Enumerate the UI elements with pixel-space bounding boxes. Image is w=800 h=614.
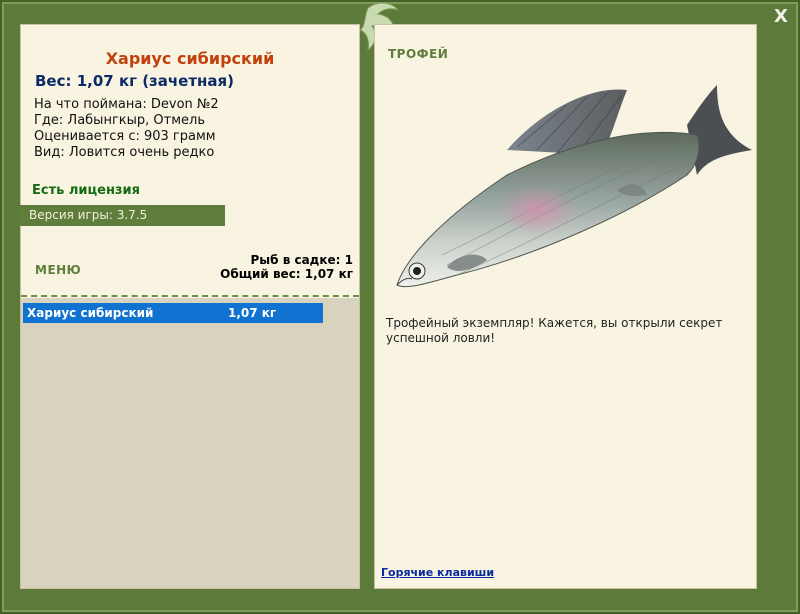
fish-info-panel: Хариус сибирский Вес: 1,07 кг (зачетная)… [19, 24, 360, 589]
location-line: Где: Лабынгкыр, Отмель [34, 113, 205, 128]
total-weight: Общий вес: 1,07 кг [220, 267, 353, 281]
list-item-name: Хариус сибирский [27, 306, 154, 320]
hotkeys-link[interactable]: Горячие клавиши [381, 566, 494, 579]
list-item-weight: 1,07 кг [228, 306, 277, 320]
fish-list: Хариус сибирский 1,07 кг [21, 298, 359, 588]
fish-weight: Вес: 1,07 кг (зачетная) [35, 72, 235, 90]
close-button[interactable]: X [770, 6, 792, 28]
fish-count: Рыб в садке: 1 [250, 253, 354, 267]
list-item[interactable]: Хариус сибирский 1,07 кг [23, 303, 323, 323]
close-icon: X [774, 6, 788, 27]
bait-line: На что поймана: Devon №2 [34, 97, 219, 112]
version-bar: Версия игры: 3.7.5 [19, 205, 225, 226]
fish-name: Хариус сибирский [105, 49, 275, 68]
menu-button[interactable]: МЕНЮ [35, 263, 81, 277]
grayling-image [396, 85, 752, 288]
license-status: Есть лицензия [32, 183, 140, 198]
rarity-line: Вид: Ловится очень редко [34, 145, 215, 160]
valuation-line: Оценивается с: 903 грамм [34, 129, 216, 144]
trophy-panel: ТРОФЕЙ Трофейный экземпляр! Кажется, вы … [374, 24, 757, 589]
divider [21, 295, 359, 297]
keepnet-stats: Рыб в садке: 1 Общий вес: 1,07 кг [220, 253, 353, 281]
trophy-description: Трофейный экземпляр! Кажется, вы открыли… [386, 316, 723, 345]
window-frame: X Хариус сибирский Вес: 1,07 кг (зачетна… [0, 0, 800, 614]
